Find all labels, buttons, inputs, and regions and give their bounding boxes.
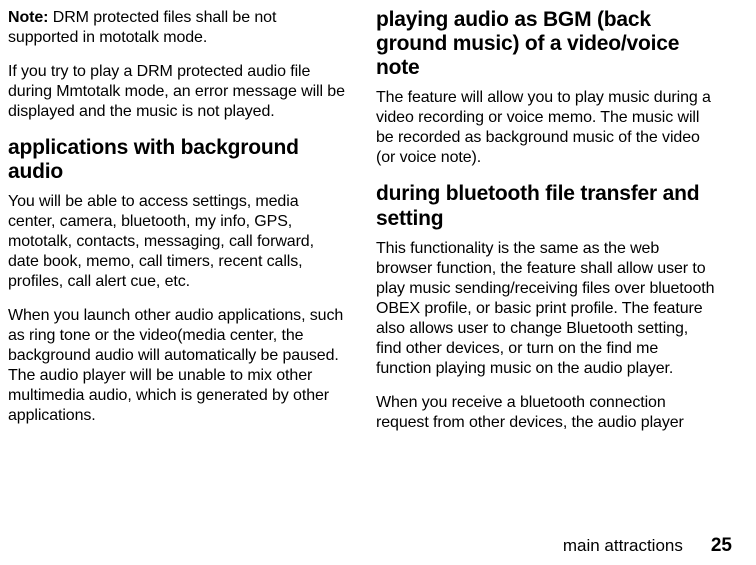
bt-paragraph-1: This functionality is the same as the we…	[376, 239, 716, 379]
note-paragraph: Note: DRM protected files shall be not s…	[8, 8, 348, 48]
note-body: DRM protected files shall be not support…	[8, 9, 276, 46]
drm-paragraph: If you try to play a DRM protected audio…	[8, 62, 348, 122]
columns: Note: DRM protected files shall be not s…	[8, 8, 736, 529]
bgm-paragraph: The feature will allow you to play music…	[376, 88, 716, 168]
page: Note: DRM protected files shall be not s…	[0, 0, 756, 565]
footer-section-label: main attractions	[563, 536, 683, 556]
heading-applications-background-audio: applications with background audio	[8, 136, 348, 184]
page-number: 25	[711, 535, 732, 557]
heading-bgm: playing audio as BGM (back ground music)…	[376, 8, 716, 80]
left-column: Note: DRM protected files shall be not s…	[8, 8, 348, 529]
bt-paragraph-2: When you receive a bluetooth connection …	[376, 393, 716, 433]
page-footer: main attractions 25	[8, 529, 736, 557]
apps-paragraph-2: When you launch other audio applications…	[8, 306, 348, 426]
apps-paragraph-1: You will be able to access settings, med…	[8, 192, 348, 292]
heading-bluetooth: during bluetooth file transfer and setti…	[376, 182, 716, 230]
note-label: Note:	[8, 9, 48, 26]
right-column: playing audio as BGM (back ground music)…	[376, 8, 716, 529]
